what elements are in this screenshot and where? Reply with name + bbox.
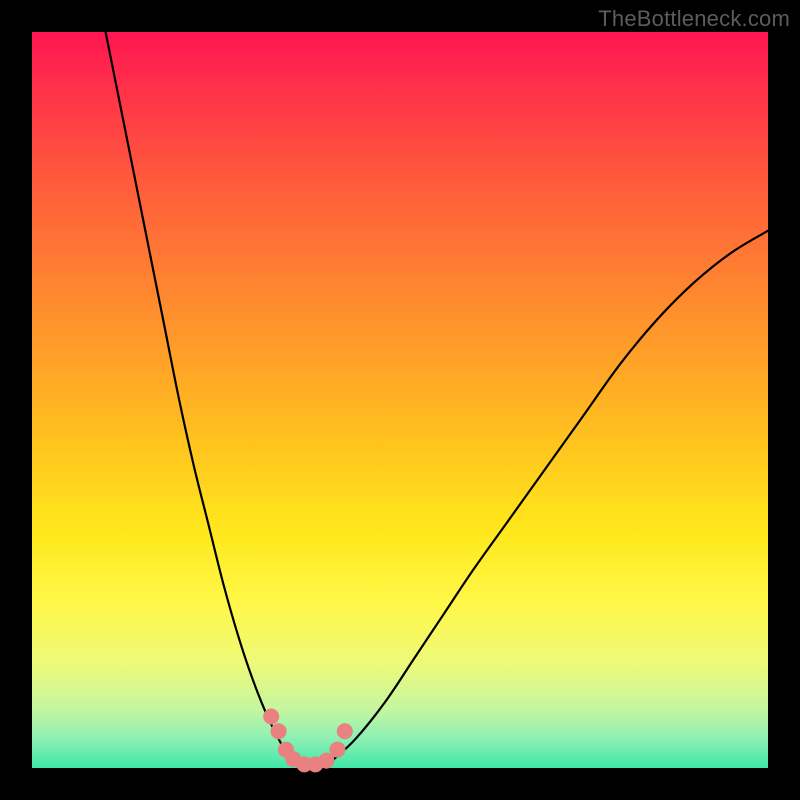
plot-area — [32, 32, 768, 768]
curve-marker — [329, 742, 345, 758]
chart-svg — [32, 32, 768, 768]
outer-frame: TheBottleneck.com — [0, 0, 800, 800]
bottleneck-curve — [106, 32, 768, 767]
curve-markers — [263, 708, 353, 772]
curve-marker — [337, 723, 353, 739]
watermark-text: TheBottleneck.com — [598, 6, 790, 32]
curve-marker — [263, 708, 279, 724]
curve-marker — [271, 723, 287, 739]
